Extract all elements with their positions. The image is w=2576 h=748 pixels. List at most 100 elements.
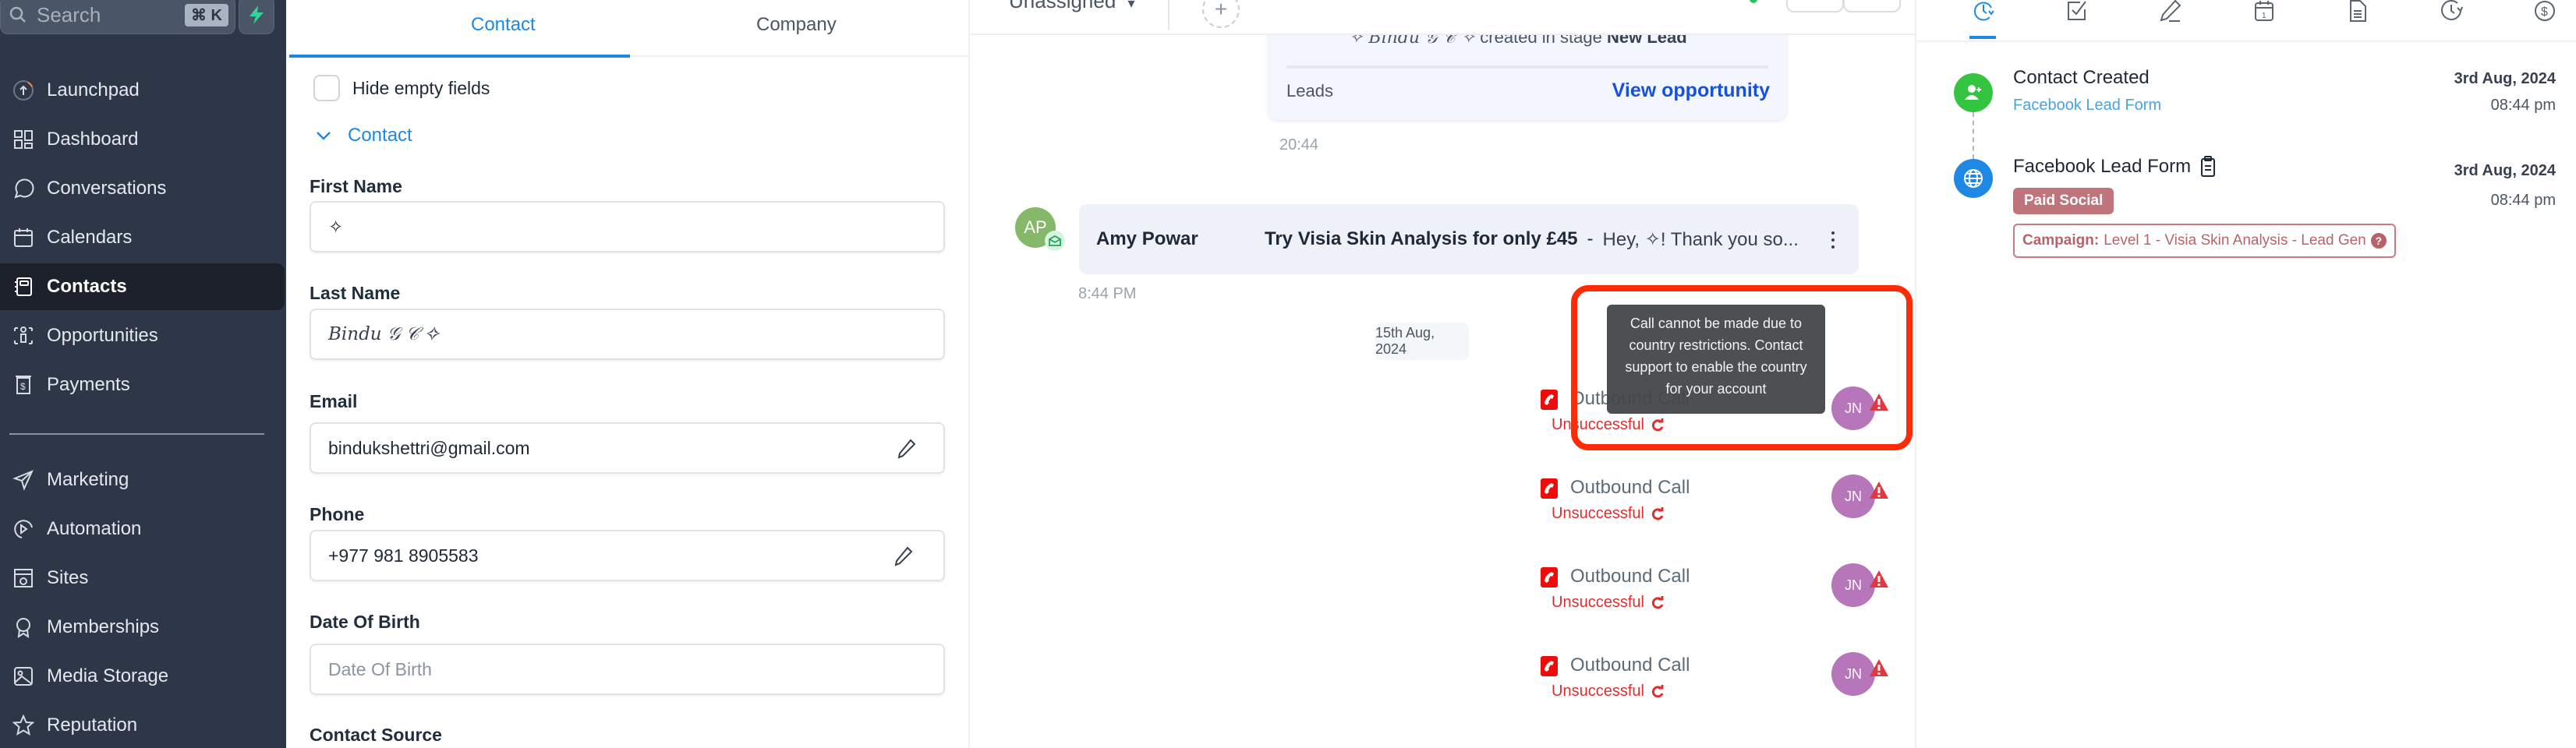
- sidebar-item-conversations[interactable]: Conversations: [0, 165, 285, 212]
- warning-icon[interactable]: [1869, 658, 1889, 678]
- quick-action-button[interactable]: [239, 0, 274, 34]
- sidebar-item-label: Dashboard: [47, 129, 139, 150]
- edit-phone-button[interactable]: [892, 545, 914, 567]
- plus-icon: +: [1214, 0, 1228, 21]
- tab-activity[interactable]: [1968, 0, 1999, 26]
- hide-empty-fields-checkbox[interactable]: [313, 75, 340, 101]
- sidebar-item-media-storage[interactable]: Media Storage: [0, 653, 285, 700]
- tab-notes[interactable]: [2155, 0, 2186, 26]
- tab-history[interactable]: [2436, 0, 2467, 26]
- sidebar-item-calendars[interactable]: Calendars: [0, 214, 285, 261]
- warning-icon[interactable]: [1869, 569, 1889, 589]
- sidebar-item-marketing[interactable]: Marketing: [0, 457, 285, 503]
- tab-contact[interactable]: Contact: [471, 14, 536, 36]
- retry-icon[interactable]: [1651, 595, 1665, 610]
- last-name-field[interactable]: 𝐵𝑖𝑛𝑑𝑢 𝒢 𝒞 ✧: [310, 309, 945, 360]
- tab-appointments[interactable]: 1: [2249, 0, 2280, 26]
- sidebar-item-dashboard[interactable]: Dashboard: [0, 116, 285, 163]
- star-icon: [11, 713, 36, 738]
- header-divider: [1168, 0, 1169, 30]
- activity-icon: [1973, 2, 1994, 21]
- email-channel-icon: [1045, 231, 1065, 251]
- assignee-dropdown[interactable]: Unassigned ▾: [1009, 0, 1135, 13]
- email-message[interactable]: Amy Powar Try Visia Skin Analysis for on…: [1079, 204, 1859, 274]
- dob-placeholder: Date Of Birth: [328, 658, 432, 679]
- phone-icon: [1541, 567, 1558, 587]
- tab-documents[interactable]: [2342, 0, 2373, 26]
- sidebar-item-memberships[interactable]: Memberships: [0, 604, 285, 651]
- search-placeholder: Search: [37, 2, 101, 26]
- dashboard-icon: [11, 127, 36, 152]
- search-icon: [9, 6, 26, 23]
- email-time: 8:44 PM: [1078, 285, 1137, 302]
- contact-source-label: Contact Source: [310, 725, 442, 745]
- award-icon: [11, 615, 36, 640]
- contact-details-panel: Contact Company Hide empty fields Contac…: [286, 0, 970, 748]
- sidebar-item-payments[interactable]: $ Payments: [0, 362, 285, 408]
- sidebar-item-automation[interactable]: Automation: [0, 506, 285, 552]
- call-error-tooltip: Call cannot be made due to country restr…: [1607, 305, 1825, 414]
- call-item[interactable]: Outbound Call Unsuccessful: [1541, 477, 1852, 541]
- tab-company[interactable]: Company: [756, 14, 837, 36]
- more-options-icon[interactable]: [1828, 229, 1838, 251]
- phone-field[interactable]: +977 981 8905583: [310, 530, 945, 581]
- globe-icon: [1954, 159, 1993, 198]
- task-icon: [2068, 1, 2086, 20]
- chevron-down-icon: ▾: [1127, 0, 1135, 11]
- add-follower-button[interactable]: +: [1202, 0, 1240, 28]
- launchpad-icon: [11, 78, 36, 103]
- sites-icon: [11, 566, 36, 591]
- history-icon: [2441, 0, 2463, 20]
- opportunities-icon: [11, 323, 36, 348]
- date-divider: 15th Aug, 2024: [1375, 323, 1469, 360]
- retry-icon[interactable]: [1651, 506, 1665, 521]
- view-opportunity-link[interactable]: View opportunity: [1612, 79, 1770, 102]
- phone-icon: [1541, 656, 1558, 676]
- header-action-button-2[interactable]: [1843, 0, 1901, 12]
- search-shortcut: ⌘ K: [185, 4, 228, 26]
- help-icon[interactable]: ?: [2370, 233, 2387, 249]
- dob-field[interactable]: Date Of Birth: [310, 644, 945, 695]
- event-date: 3rd Aug, 2024: [2454, 162, 2556, 179]
- email-field[interactable]: bindukshettri@gmail.com: [310, 422, 945, 474]
- sidebar-item-label: Launchpad: [47, 79, 140, 101]
- search-input[interactable]: Search ⌘ K: [0, 0, 235, 34]
- first-name-label: First Name: [310, 176, 402, 196]
- event-time: 08:44 pm: [2490, 97, 2556, 114]
- email-subject: Try Visia Skin Analysis for only £45: [1265, 228, 1578, 249]
- appointment-icon: 1: [2255, 1, 2273, 21]
- sidebar-item-opportunities[interactable]: Opportunities: [0, 312, 285, 359]
- event-title: Contact Created: [2013, 67, 2150, 88]
- event-source-link[interactable]: Facebook Lead Form: [2013, 97, 2161, 115]
- call-item[interactable]: Outbound Call Unsuccessful: [1541, 654, 1852, 718]
- retry-icon[interactable]: [1651, 418, 1665, 432]
- sidebar-item-sites[interactable]: Sites: [0, 555, 285, 602]
- retry-icon[interactable]: [1651, 684, 1665, 699]
- chat-icon: [11, 176, 36, 201]
- last-name-label: Last Name: [310, 283, 401, 303]
- email-preview: Hey, ✧! Thank you so...: [1602, 228, 1799, 250]
- pipeline-name: Leads: [1286, 81, 1333, 101]
- conversation-header: Unassigned ▾ +: [970, 0, 1915, 35]
- tab-tasks[interactable]: [2061, 0, 2093, 26]
- call-title: Outbound Call: [1570, 654, 1690, 676]
- header-action-button-1[interactable]: [1786, 0, 1844, 12]
- phone-label: Phone: [310, 504, 365, 524]
- call-item[interactable]: Outbound Call Unsuccessful: [1541, 566, 1852, 630]
- warning-icon[interactable]: [1869, 392, 1889, 412]
- first-name-field[interactable]: ✧: [310, 201, 945, 252]
- automation-icon: [11, 517, 36, 542]
- sidebar-item-launchpad[interactable]: Launchpad: [0, 67, 285, 114]
- sidebar-item-label: Conversations: [47, 178, 167, 199]
- sidebar-item-reputation[interactable]: Reputation: [0, 702, 285, 748]
- edit-email-button[interactable]: [895, 438, 917, 460]
- tab-payments[interactable]: $: [2529, 0, 2560, 26]
- email-separator: -: [1587, 228, 1594, 249]
- bolt-icon: [249, 5, 264, 24]
- sidebar-item-label: Opportunities: [47, 325, 158, 346]
- contact-section-toggle[interactable]: Contact: [313, 125, 412, 146]
- sidebar-item-contacts[interactable]: Contacts: [0, 263, 285, 310]
- sidebar-divider: [9, 433, 264, 435]
- warning-icon[interactable]: [1869, 480, 1889, 500]
- status-indicator: [1750, 0, 1757, 3]
